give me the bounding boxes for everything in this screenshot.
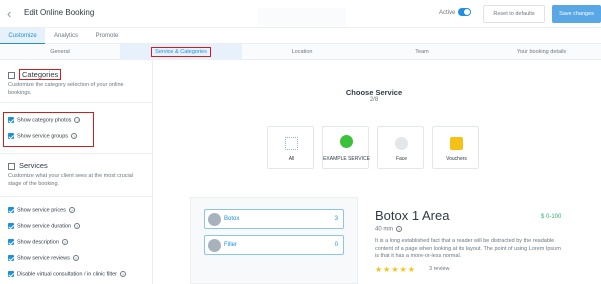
tab-team[interactable]: Team xyxy=(362,44,482,60)
option-label: Show service prices xyxy=(17,207,66,214)
service-duration: 40 min? xyxy=(375,226,403,233)
info-icon[interactable]: ? xyxy=(396,226,403,232)
category-card-all[interactable]: All xyxy=(267,126,314,169)
checkbox-checked-icon[interactable] xyxy=(8,117,14,123)
category-label: Vouchers xyxy=(446,156,467,162)
checkbox-checked-icon[interactable] xyxy=(8,207,14,213)
voucher-icon xyxy=(450,137,463,150)
reset-to-defaults-button[interactable]: Reset to defaults xyxy=(483,5,545,23)
leaf-icon xyxy=(340,135,353,148)
review-count: 3 review xyxy=(429,266,450,272)
page-title: Edit Online Booking xyxy=(24,8,95,17)
category-label: EXAMPLE SERVICE xyxy=(323,156,370,162)
info-icon[interactable]: ? xyxy=(74,117,81,123)
option-show-category-photos[interactable]: Show category photos? xyxy=(8,117,81,124)
back-arrow-icon[interactable]: ‹ xyxy=(7,6,11,21)
service-name: Filler xyxy=(224,242,237,248)
list-icon xyxy=(8,71,15,79)
option-show-description[interactable]: Show description? xyxy=(8,239,68,245)
tab-promote[interactable]: Promote xyxy=(86,28,128,44)
checkbox-checked-icon[interactable] xyxy=(8,255,14,261)
service-count: 0 xyxy=(334,242,338,248)
option-disable-virtual-consultation[interactable]: Disable virtual consultation / in clinic… xyxy=(8,271,126,277)
settings-sidebar: Categories Customize the category select… xyxy=(0,60,153,284)
divider xyxy=(0,153,153,154)
service-avatar xyxy=(208,213,221,226)
option-show-service-groups[interactable]: Show service groups? xyxy=(8,133,78,140)
category-label: All xyxy=(288,156,295,162)
info-icon[interactable]: ? xyxy=(72,255,79,261)
top-bar: ‹ Edit Online Booking Active Reset to de… xyxy=(0,0,601,28)
info-icon[interactable]: ? xyxy=(74,223,81,229)
service-item-botox[interactable]: Botox 3 xyxy=(204,209,344,229)
active-toggle[interactable] xyxy=(458,8,471,16)
service-list-panel: Botox 3 Filler 0 xyxy=(190,197,358,284)
category-card-face[interactable]: Face xyxy=(377,126,424,169)
option-show-service-prices[interactable]: Show service prices? xyxy=(8,207,75,213)
service-name: Botox xyxy=(224,216,240,222)
info-icon[interactable]: ? xyxy=(119,271,126,277)
categories-description: Customize the category selection of your… xyxy=(8,82,124,96)
service-detail-title: Botox 1 Area xyxy=(375,208,450,223)
categories-title: Categories xyxy=(19,69,62,80)
services-description: Customize what your client sees at the m… xyxy=(8,173,134,187)
tab-customize[interactable]: Customize xyxy=(0,28,45,44)
option-label: Show service reviews xyxy=(17,255,70,262)
tab-analytics[interactable]: Analytics xyxy=(46,28,86,44)
grid-icon xyxy=(285,137,298,150)
category-label: Face xyxy=(395,156,408,162)
checkbox-checked-icon[interactable] xyxy=(8,223,14,229)
tab-service-categories-label: Service & Categories xyxy=(151,47,211,57)
checkbox-checked-icon[interactable] xyxy=(8,239,14,245)
info-icon[interactable]: ? xyxy=(61,239,68,245)
tab-general[interactable]: General xyxy=(0,44,120,60)
active-label: Active xyxy=(439,10,456,16)
tab-location[interactable]: Location xyxy=(242,44,362,60)
divider xyxy=(0,196,153,197)
info-icon[interactable]: ? xyxy=(71,133,78,139)
checkbox-checked-icon[interactable] xyxy=(8,133,14,139)
service-description: It is a long established fact that a rea… xyxy=(375,238,561,259)
face-icon xyxy=(395,137,408,150)
save-changes-button[interactable]: Save changes xyxy=(552,5,601,23)
step-indicator: 2/8 xyxy=(369,97,379,103)
option-label: Show description xyxy=(17,239,59,246)
category-card-example-service[interactable]: EXAMPLE SERVICE xyxy=(322,126,370,169)
option-label: Disable virtual consultation / in clinic… xyxy=(17,271,117,278)
add-box-icon xyxy=(8,162,15,170)
duration-value: 40 min xyxy=(375,226,394,233)
tab-service-categories[interactable]: Service & Categories xyxy=(120,44,242,60)
divider xyxy=(0,102,153,103)
services-title: Services xyxy=(19,161,48,170)
services-heading: Services xyxy=(8,161,48,170)
category-card-vouchers[interactable]: Vouchers xyxy=(432,126,479,169)
service-avatar xyxy=(208,239,221,252)
categories-heading: Categories xyxy=(8,69,62,80)
main-tabs: Customize Analytics Promote xyxy=(0,28,601,44)
choose-service-title: Choose Service xyxy=(345,88,403,97)
star-rating: ★★★★★ xyxy=(375,265,416,274)
service-count: 3 xyxy=(334,216,338,222)
option-label: Show service duration xyxy=(17,223,72,230)
info-icon[interactable]: ? xyxy=(68,207,75,213)
ghost-overlay xyxy=(258,8,346,26)
tab-your-booking-details[interactable]: Your booking details xyxy=(482,44,601,60)
sub-tabs: General Service & Categories Location Te… xyxy=(0,44,601,60)
option-show-service-duration[interactable]: Show service duration? xyxy=(8,223,81,230)
option-show-service-reviews[interactable]: Show service reviews? xyxy=(8,255,79,261)
option-label: Show service groups xyxy=(17,133,69,140)
option-label: Show category photos xyxy=(17,117,72,124)
checkbox-checked-icon[interactable] xyxy=(8,271,14,277)
service-price: $ 0-100 xyxy=(541,214,562,220)
service-item-filler[interactable]: Filler 0 xyxy=(204,235,344,255)
